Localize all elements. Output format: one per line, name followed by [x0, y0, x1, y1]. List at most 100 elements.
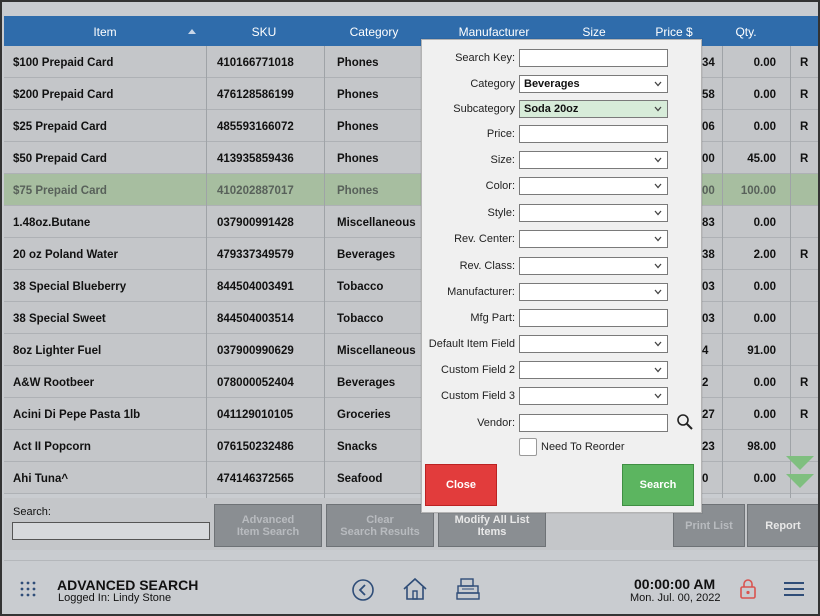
- cell-category: Miscellaneous: [337, 217, 416, 229]
- cell-price: 34: [702, 57, 715, 69]
- field-select[interactable]: Soda 20oz: [519, 100, 668, 118]
- cell-item: $100 Prepaid Card: [13, 57, 114, 69]
- cell-price: 00: [702, 153, 715, 165]
- field-select[interactable]: [519, 335, 668, 353]
- cell-item: $25 Prepaid Card: [13, 121, 107, 133]
- logged-in-user: Logged In: Lindy Stone: [58, 592, 172, 604]
- report-button[interactable]: Report: [747, 504, 818, 547]
- cell-qty: 0.00: [753, 409, 776, 421]
- col-header-item[interactable]: Item: [4, 25, 206, 39]
- field-label: Search Key:: [455, 52, 515, 64]
- grid-dots-icon[interactable]: [20, 581, 36, 597]
- col-header-sku[interactable]: SKU: [206, 25, 322, 39]
- cell-flag: R: [800, 377, 809, 389]
- cell-sku: 844504003514: [217, 313, 294, 325]
- cell-price: 58: [702, 89, 715, 101]
- button-label-line: Advanced: [241, 513, 295, 526]
- cell-category: Phones: [337, 185, 379, 197]
- register-icon[interactable]: [455, 577, 481, 601]
- field-input[interactable]: [519, 125, 668, 143]
- field-select[interactable]: [519, 361, 668, 379]
- form-row: Price:: [422, 125, 703, 145]
- chevron-down-icon: [654, 157, 662, 163]
- form-row: Color:: [422, 177, 703, 197]
- cell-sku: 076150232486: [217, 441, 294, 453]
- col-header-category[interactable]: Category: [324, 25, 424, 39]
- cell-sku: 485593166072: [217, 121, 294, 133]
- field-label: Default Item Field: [428, 338, 515, 350]
- button-label-line: Clear: [366, 513, 394, 526]
- search-button[interactable]: Search: [622, 464, 694, 506]
- app-frame: Item SKU Category Manufacturer Size Pric…: [0, 0, 820, 616]
- advanced-search-dialog: Vendor: Custom Field 3 Custom Field 2 Defau…: [421, 39, 702, 513]
- field-select[interactable]: [519, 204, 668, 222]
- field-label: Custom Field 2: [441, 364, 515, 376]
- field-label: Price:: [486, 128, 515, 140]
- field-select[interactable]: [519, 257, 668, 275]
- chevron-down-icon: [654, 183, 662, 189]
- cell-price: 03: [702, 313, 715, 325]
- cell-category: Phones: [337, 153, 379, 165]
- hamburger-icon[interactable]: [784, 581, 804, 597]
- form-row: Custom Field 2: [422, 361, 703, 381]
- close-button[interactable]: Close: [425, 464, 497, 506]
- field-select[interactable]: [519, 177, 668, 195]
- cell-category: Beverages: [337, 249, 396, 261]
- form-row: Style:: [422, 204, 703, 224]
- chevron-down-icon: [654, 263, 662, 269]
- col-header-size[interactable]: Size: [564, 25, 624, 39]
- col-header-qty[interactable]: Qty.: [716, 25, 776, 39]
- cell-item: 20 oz Poland Water: [13, 249, 119, 261]
- search-icon[interactable]: [676, 413, 694, 431]
- clock-date: Mon. Jul. 00, 2022: [630, 592, 721, 604]
- field-select[interactable]: [519, 387, 668, 405]
- clock-time: 00:00:00 AM: [634, 576, 716, 592]
- cell-price: 23: [702, 441, 715, 453]
- button-label-line: Search Results: [340, 525, 420, 538]
- cell-category: Groceries: [337, 409, 391, 421]
- field-input[interactable]: [519, 309, 668, 327]
- field-select[interactable]: [519, 283, 668, 301]
- field-select[interactable]: [519, 151, 668, 169]
- form-row: Rev. Center:: [422, 230, 703, 250]
- search-input[interactable]: [12, 522, 210, 540]
- need-to-reorder-checkbox[interactable]: [519, 438, 537, 456]
- cell-sku: 844504003491: [217, 281, 294, 293]
- advanced-item-search-button[interactable]: Advanced Item Search: [214, 504, 322, 547]
- cell-price: 83: [702, 217, 715, 229]
- cell-qty: 0.00: [753, 57, 776, 69]
- col-header-price[interactable]: Price $: [644, 25, 704, 39]
- cell-item: 38 Special Blueberry: [13, 281, 127, 293]
- cell-flag: R: [800, 121, 809, 133]
- cell-qty: 0.00: [753, 281, 776, 293]
- cell-qty: 0.00: [753, 313, 776, 325]
- cell-category: Tobacco: [337, 281, 384, 293]
- field-input[interactable]: [519, 414, 668, 432]
- field-label: Subcategory: [453, 103, 515, 115]
- home-icon[interactable]: [402, 577, 428, 601]
- cell-qty: 45.00: [747, 153, 776, 165]
- need-to-reorder-label: Need To Reorder: [541, 441, 625, 453]
- footer-bar: ADVANCED SEARCH Logged In: Lindy Stone 0…: [4, 560, 818, 614]
- lock-icon[interactable]: [739, 578, 757, 600]
- cell-qty: 0.00: [753, 217, 776, 229]
- column-divider: [206, 46, 207, 498]
- col-header-manufacturer[interactable]: Manufacturer: [444, 25, 544, 39]
- field-select[interactable]: Beverages: [519, 75, 668, 93]
- cell-price: 0: [702, 473, 709, 485]
- form-row: Manufacturer:: [422, 283, 703, 303]
- field-label: Rev. Center:: [454, 233, 515, 245]
- cell-item: Act II Popcorn: [13, 441, 91, 453]
- cell-sku: 476128586199: [217, 89, 294, 101]
- cell-sku: 474146372565: [217, 473, 294, 485]
- cell-qty: 100.00: [740, 185, 776, 197]
- column-divider: [790, 46, 791, 498]
- double-chevron-down-icon[interactable]: [784, 454, 816, 494]
- back-circle-icon[interactable]: [351, 578, 375, 602]
- clear-search-results-button[interactable]: Clear Search Results: [326, 504, 434, 547]
- field-select[interactable]: [519, 230, 668, 248]
- sort-ascending-icon: [188, 29, 196, 34]
- cell-sku: 410202887017: [217, 185, 294, 197]
- field-label: Color:: [485, 180, 515, 192]
- field-input[interactable]: [519, 49, 668, 67]
